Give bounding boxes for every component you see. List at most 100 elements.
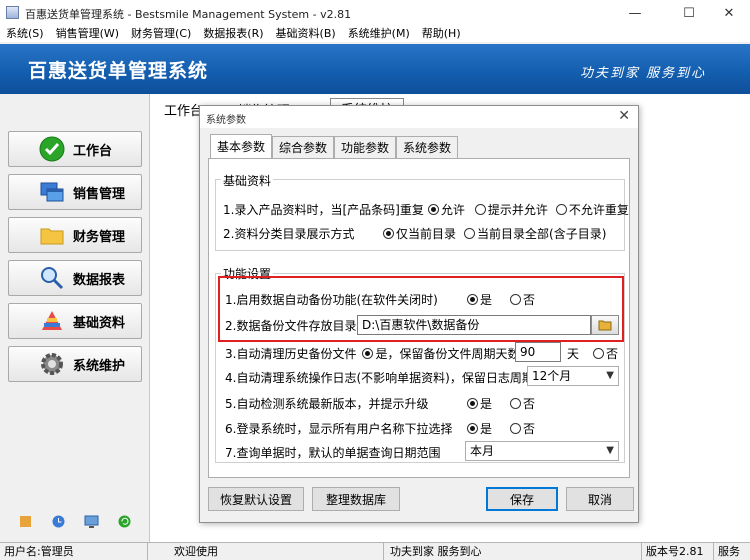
status-version: 版本号2.81	[642, 543, 714, 560]
nav-sales[interactable]: 销售管理	[8, 174, 142, 210]
menu-basic-data[interactable]: 基础资料(B)	[270, 26, 342, 42]
basic-params-panel: 基础资料 1.录入产品资料时，当[产品条码]重复 允许 提示并允许 不允许重复 …	[208, 158, 630, 478]
cancel-button[interactable]: 取消	[566, 487, 634, 511]
nav-reports-label: 数据报表	[73, 272, 126, 288]
folder-open-icon	[598, 320, 612, 331]
system-params-dialog: 系统参数 ✕ 基本参数 综合参数 功能参数 系统参数 基础资料 1.录入产品资料…	[199, 105, 639, 523]
backup-dir-input[interactable]: D:\百惠软件\数据备份	[357, 315, 591, 335]
radio-dot	[467, 423, 478, 434]
tab-function-params[interactable]: 功能参数	[334, 136, 396, 158]
dialog-close-button[interactable]: ✕	[618, 108, 630, 124]
tidy-database-button[interactable]: 整理数据库	[312, 487, 400, 511]
menu-finance[interactable]: 财务管理(C)	[125, 26, 197, 42]
radio-label: 否	[606, 347, 619, 361]
radio-update-no[interactable]: 否	[510, 395, 535, 412]
radio-update-yes[interactable]: 是	[467, 395, 492, 412]
monitor-icon[interactable]	[84, 514, 99, 529]
nav-basic-data-label: 基础资料	[73, 315, 126, 331]
magnifier-icon	[39, 265, 65, 291]
nav-workbench[interactable]: 工作台	[8, 131, 142, 167]
status-extra: 服务	[718, 545, 740, 558]
status-bar: 用户名:管理员 欢迎使用 功夫到家 服务到心 版本号2.81 服务	[0, 542, 750, 560]
status-welcome: 欢迎使用	[148, 543, 384, 560]
menu-help[interactable]: 帮助(H)	[416, 26, 467, 42]
banner-title: 百惠送货单管理系统	[28, 60, 209, 82]
radio-label: 当前目录全部(含子目录)	[477, 227, 607, 241]
menu-maintenance[interactable]: 系统维护(M)	[342, 26, 416, 42]
radio-userlist-yes[interactable]: 是	[467, 420, 492, 437]
left-nav-panel: 工作台 销售管理 财务管理 数据报表 基础资料 系统维护	[0, 94, 150, 542]
nav-finance-label: 财务管理	[73, 229, 126, 245]
app-banner: 百惠送货单管理系统 功夫到家 服务到心	[0, 44, 750, 94]
radio-label: 否	[523, 293, 536, 307]
refresh-icon[interactable]	[117, 514, 132, 529]
menu-system[interactable]: 系统(S)	[0, 26, 50, 42]
save-button[interactable]: 保存	[486, 487, 558, 511]
radio-dot	[427, 204, 439, 215]
basic-row-2-text: 2.资料分类目录展示方式	[223, 227, 355, 241]
radio-dot	[510, 398, 522, 409]
nav-workbench-label: 工作台	[73, 143, 113, 159]
window-title: 百惠送货单管理系统 - Bestsmile Management System …	[25, 8, 352, 21]
func-row-7: 7.查询单据时，默认的单据查询日期范围	[225, 444, 440, 461]
radio-label: 否	[523, 397, 536, 411]
restore-defaults-button[interactable]: 恢复默认设置	[208, 487, 304, 511]
radio-barcode-prompt[interactable]: 提示并允许	[474, 201, 548, 218]
folder-icon	[39, 222, 65, 248]
func-row-2: 2.数据备份文件存放目录	[225, 317, 356, 334]
query-range-value: 本月	[470, 444, 495, 458]
nav-reports[interactable]: 数据报表	[8, 260, 142, 296]
tab-basic-params[interactable]: 基本参数	[210, 134, 272, 158]
gear-icon	[39, 351, 65, 377]
nav-finance[interactable]: 财务管理	[8, 217, 142, 253]
close-button[interactable]: ✕	[706, 0, 750, 26]
menu-reports[interactable]: 数据报表(R)	[197, 26, 269, 42]
nav-basic-data[interactable]: 基础资料	[8, 303, 142, 339]
menu-bar: 系统(S) 销售管理(W) 财务管理(C) 数据报表(R) 基础资料(B) 系统…	[0, 26, 750, 42]
app-icon	[6, 6, 19, 19]
log-period-select[interactable]: 12个月 ▼	[527, 366, 619, 386]
radio-dot	[593, 348, 604, 359]
basic-row-1-text: 1.录入产品资料时，当[产品条码]重复	[223, 203, 424, 217]
nav-maintenance-label: 系统维护	[73, 358, 126, 374]
radio-dir-all[interactable]: 当前目录全部(含子目录)	[464, 225, 606, 242]
basic-row-2: 2.资料分类目录展示方式 仅当前目录 当前目录全部(含子目录)	[223, 225, 606, 242]
func-row-4: 4.自动清理系统操作日志(不影响单据资料)，保留日志周期	[225, 369, 534, 386]
radio-dot	[362, 348, 374, 359]
func-row-5-text: 5.自动检测系统最新版本，并提示升级	[225, 397, 429, 411]
radio-dot	[510, 294, 522, 305]
tab-system-params[interactable]: 系统参数	[396, 136, 458, 158]
tab-general-params[interactable]: 综合参数	[272, 136, 334, 158]
pencil-icon[interactable]	[18, 514, 33, 529]
cleanup-days-unit: 天	[567, 347, 580, 361]
func-row-3: 3.自动清理历史备份文件 是，保留备份文件周期天数	[225, 345, 519, 362]
radio-backup-no[interactable]: 否	[510, 291, 535, 308]
radio-userlist-no[interactable]: 否	[510, 420, 535, 437]
clock-icon[interactable]	[51, 514, 66, 529]
main-tab-workbench[interactable]: 工作台	[164, 100, 203, 119]
nav-maintenance[interactable]: 系统维护	[8, 346, 142, 382]
radio-dot	[464, 228, 476, 239]
menu-sales[interactable]: 销售管理(W)	[50, 26, 125, 42]
func-row-2-text: 2.数据备份文件存放目录	[225, 319, 357, 333]
minimize-button[interactable]: —	[612, 0, 658, 26]
radio-dir-current[interactable]: 仅当前目录	[383, 225, 456, 242]
radio-dot	[474, 204, 486, 215]
radio-barcode-deny[interactable]: 不允许重复	[555, 201, 629, 218]
radio-backup-yes[interactable]: 是	[467, 291, 492, 308]
radio-label: 提示并允许	[487, 203, 548, 217]
cleanup-days-input[interactable]: 90	[515, 342, 561, 362]
radio-cleanup-no[interactable]: 否	[593, 345, 618, 362]
title-bar: 百惠送货单管理系统 - Bestsmile Management System …	[0, 0, 750, 26]
radio-barcode-allow[interactable]: 允许	[427, 201, 465, 218]
browse-folder-button[interactable]	[591, 315, 619, 335]
func-row-6-text: 6.登录系统时，显示所有用户名称下拉选择	[225, 422, 453, 436]
radio-label: 仅当前目录	[396, 227, 457, 241]
basic-row-1: 1.录入产品资料时，当[产品条码]重复 允许 提示并允许 不允许重复	[223, 201, 629, 218]
func-row-1: 1.启用数据自动备份功能(在软件关闭时) 是 否	[225, 291, 535, 308]
color-palette-icon	[39, 308, 65, 334]
group-basic-data-label: 基础资料	[221, 172, 274, 189]
query-range-select[interactable]: 本月 ▼	[465, 441, 619, 461]
radio-cleanup-yes[interactable]: 是，保留备份文件周期天数	[362, 345, 519, 362]
log-period-value: 12个月	[532, 369, 572, 383]
